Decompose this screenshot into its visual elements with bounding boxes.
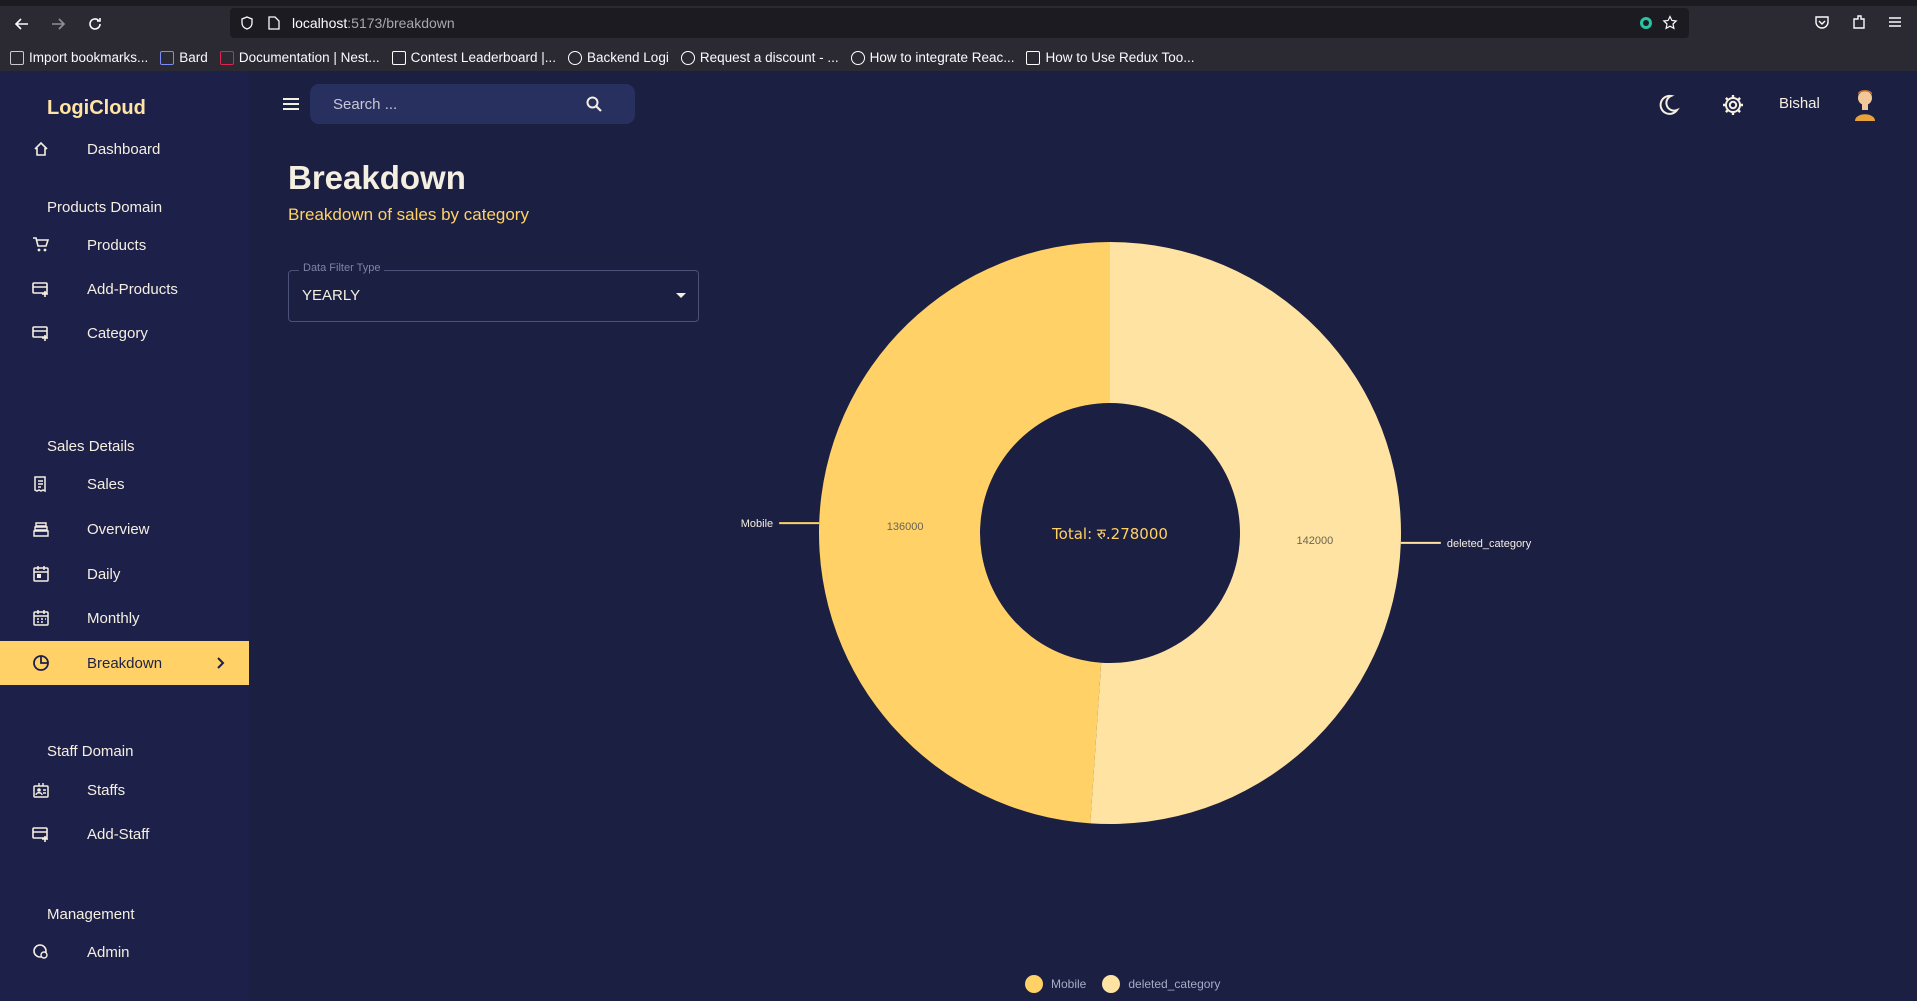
bookmark-item[interactable]: Contest Leaderboard |... xyxy=(391,50,557,65)
github-icon xyxy=(680,50,695,65)
badge-icon xyxy=(31,780,51,800)
bookmark-label: How to Use Redux Too... xyxy=(1045,50,1195,65)
bookmarks-bar: Import bookmarks... Bard Documentation | N… xyxy=(0,44,1917,71)
sidebar-item-label: Monthly xyxy=(87,609,140,627)
sidebar-item-label: Category xyxy=(87,324,148,342)
receipt-icon xyxy=(31,474,51,494)
pocket-icon[interactable] xyxy=(1813,13,1831,31)
legend-item[interactable]: deleted_category xyxy=(1102,975,1220,993)
sidebar-item-category[interactable]: Category xyxy=(0,311,249,355)
extension-status-icon[interactable] xyxy=(1638,15,1654,31)
redux-icon xyxy=(1026,50,1041,65)
bookmark-label: Import bookmarks... xyxy=(29,50,149,65)
legend-label: deleted_category xyxy=(1128,977,1221,991)
sidebar-item-admin[interactable]: Admin xyxy=(0,930,249,974)
sidebar-item-label: Admin xyxy=(87,943,130,961)
pie-chart-icon xyxy=(31,653,51,673)
bookmark-label: How to integrate Reac... xyxy=(869,50,1015,65)
bard-icon xyxy=(160,50,175,65)
sidebar-item-breakdown[interactable]: Breakdown xyxy=(0,641,249,685)
sidebar-item-label: Staffs xyxy=(87,781,126,799)
chart-legend: Mobile deleted_category xyxy=(1025,975,1236,993)
github-icon xyxy=(568,50,583,65)
sidebar-item-daily[interactable]: Daily xyxy=(0,552,249,596)
sidebar-item-products[interactable]: Products xyxy=(0,223,249,267)
bookmark-item[interactable]: Import bookmarks... xyxy=(10,50,148,65)
main-content: Bishal Breakdown Breakdown of sales by c… xyxy=(249,71,1917,1001)
sidebar-item-label: Add-Products xyxy=(87,280,178,298)
sidebar-item-monthly[interactable]: Monthly xyxy=(0,596,249,640)
sidebar-section-title: Management xyxy=(47,906,135,923)
menu-icon[interactable] xyxy=(1886,13,1904,31)
hackerrank-icon xyxy=(391,50,406,65)
chevron-right-icon xyxy=(217,657,225,669)
sidebar-item-label: Dashboard xyxy=(87,140,161,158)
cart-icon xyxy=(31,235,51,255)
page-icon xyxy=(268,16,280,30)
legend-swatch xyxy=(1102,975,1121,993)
bookmark-item[interactable]: Documentation | Nest... xyxy=(219,50,380,65)
sidebar: LogiCloud Dashboard Products Domain Produc… xyxy=(0,71,249,1001)
bookmark-label: Contest Leaderboard |... xyxy=(410,50,557,65)
nestjs-icon xyxy=(219,50,234,65)
admin-settings-icon xyxy=(31,942,51,962)
slice-value-label: 136000 xyxy=(887,521,924,533)
slice-category-label: deleted_category xyxy=(1447,538,1532,550)
add-card-icon xyxy=(31,323,51,343)
reload-icon[interactable] xyxy=(84,13,106,35)
sidebar-section-title: Products Domain xyxy=(47,199,163,216)
app-root: LogiCloud Dashboard Products Domain Produc… xyxy=(0,71,1917,1001)
address-bar[interactable]: localhost:5173/breakdown xyxy=(230,8,1689,38)
tab-strip xyxy=(0,0,1917,6)
sidebar-section-title: Sales Details xyxy=(47,438,135,455)
sidebar-item-dashboard[interactable]: Dashboard xyxy=(0,127,249,171)
sidebar-item-overview[interactable]: Overview xyxy=(0,507,249,551)
url-host: localhost xyxy=(292,15,348,31)
bookmark-label: Bard xyxy=(179,50,208,65)
sidebar-item-label: Add-Staff xyxy=(87,825,150,843)
add-card-icon xyxy=(31,824,51,844)
sidebar-section-title: Staff Domain xyxy=(47,743,134,760)
extensions-icon[interactable] xyxy=(1850,13,1868,31)
bookmark-item[interactable]: How to integrate Reac... xyxy=(850,50,1015,65)
home-icon xyxy=(31,139,51,159)
point-of-sale-icon xyxy=(31,519,51,539)
slice-category-label: Mobile xyxy=(741,518,773,530)
sidebar-item-add-staff[interactable]: Add-Staff xyxy=(0,812,249,856)
add-card-icon xyxy=(31,279,51,299)
sidebar-item-add-products[interactable]: Add-Products xyxy=(0,267,249,311)
sidebar-item-label: Products xyxy=(87,236,147,254)
forward-icon[interactable] xyxy=(47,13,69,35)
breakdown-donut-chart: 142000 deleted_category 136000 Mobile Total:… xyxy=(741,242,1532,824)
sidebar-item-label: Daily xyxy=(87,565,121,583)
bookmark-label: Request a discount - ... xyxy=(699,50,839,65)
bookmark-label: Documentation | Nest... xyxy=(238,50,380,65)
shield-icon[interactable] xyxy=(240,16,254,30)
bookmark-item[interactable]: Bard xyxy=(160,50,208,65)
import-icon xyxy=(10,50,24,65)
medium-icon xyxy=(850,50,865,65)
legend-swatch xyxy=(1025,975,1043,993)
url-path: :5173/breakdown xyxy=(347,15,455,31)
bookmark-label: Backend Logi xyxy=(587,50,669,65)
back-icon[interactable] xyxy=(11,13,33,35)
url-text[interactable]: localhost:5173/breakdown xyxy=(292,15,455,31)
slice-value-label: 142000 xyxy=(1297,535,1334,547)
brand-logo[interactable]: LogiCloud xyxy=(47,97,146,120)
browser-toolbar: localhost:5173/breakdown Import bookmark… xyxy=(0,0,1917,71)
sidebar-item-staffs[interactable]: Staffs xyxy=(0,768,249,812)
bookmark-star-icon[interactable] xyxy=(1662,15,1678,31)
sidebar-item-sales[interactable]: Sales xyxy=(0,462,249,506)
sidebar-item-label: Breakdown xyxy=(87,654,163,672)
bookmark-item[interactable]: How to Use Redux Too... xyxy=(1026,50,1195,65)
sidebar-item-label: Sales xyxy=(87,475,125,493)
donut-center-total: Total: रु.278000 xyxy=(1051,525,1168,543)
calendar-month-icon xyxy=(31,608,51,628)
legend-item[interactable]: Mobile xyxy=(1025,975,1086,993)
bookmark-item[interactable]: Backend Logi xyxy=(568,50,669,65)
calendar-today-icon xyxy=(31,564,51,584)
sidebar-item-label: Overview xyxy=(87,520,150,538)
legend-label: Mobile xyxy=(1051,977,1087,991)
bookmark-item[interactable]: Request a discount - ... xyxy=(680,50,839,65)
